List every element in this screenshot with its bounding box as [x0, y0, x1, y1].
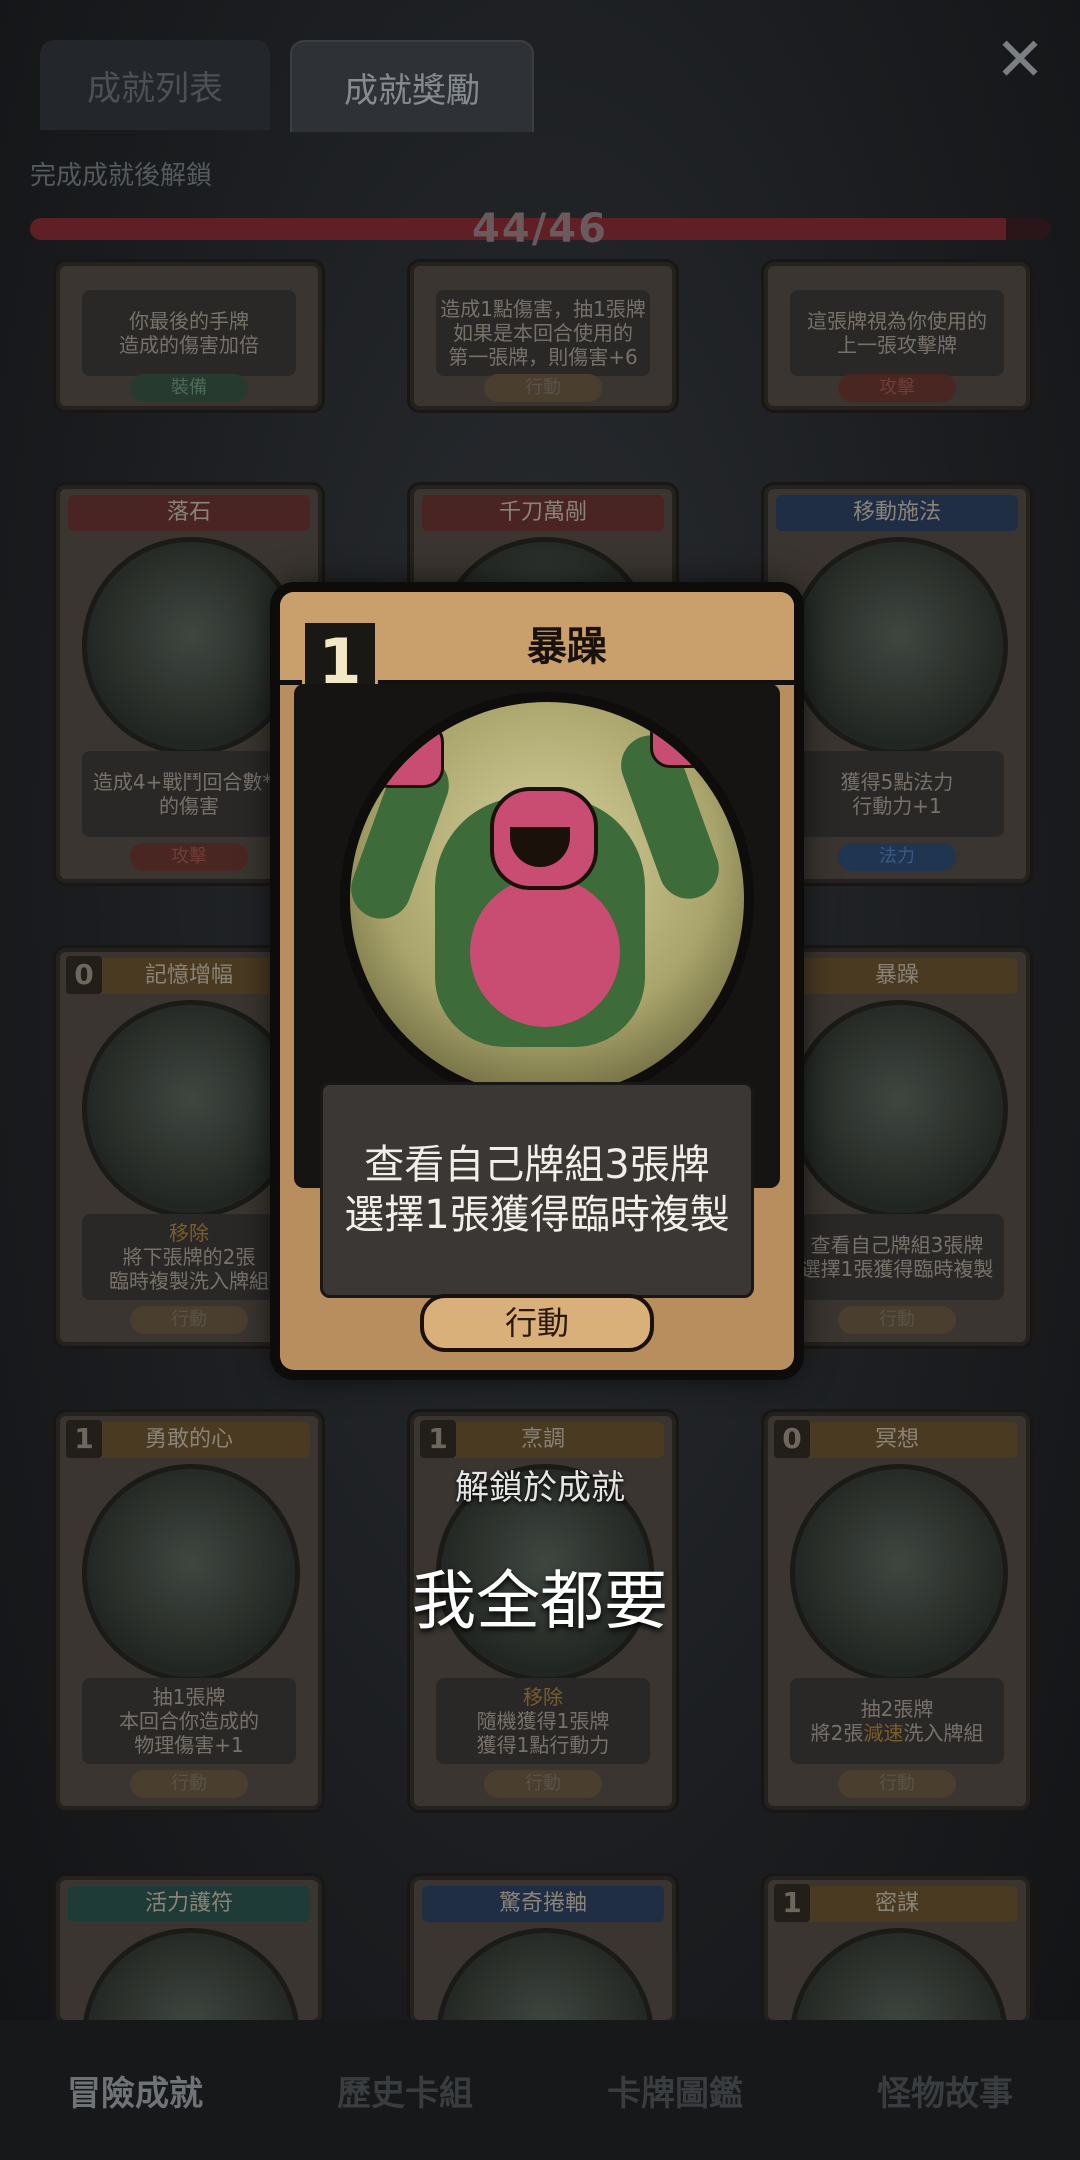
ape-chest	[470, 877, 620, 1027]
card-name: 活力護符	[68, 1886, 310, 1922]
card-name: 記憶增幅	[68, 958, 310, 994]
ape-fist-right	[650, 702, 726, 768]
card-type: 法力	[838, 843, 956, 871]
card-name: 移動施法	[776, 495, 1018, 531]
card-desc: 抽2張牌 將2張減速洗入牌組	[790, 1678, 1004, 1764]
nav-history-decks[interactable]: 歷史卡組	[270, 2066, 540, 2115]
card-type: 攻擊	[838, 374, 956, 402]
card-type: 攻擊	[130, 843, 248, 871]
card[interactable]: 你最後的手牌 造成的傷害加倍 裝備	[56, 262, 322, 410]
card-art	[82, 1928, 300, 2020]
card-cost: 1	[774, 1884, 810, 1922]
card-type: 行動	[484, 1770, 602, 1798]
card-art	[82, 1464, 300, 1682]
featured-card-desc-line2: 選擇1張獲得臨時複製	[344, 1192, 730, 1238]
featured-card-desc: 查看自己牌組3張牌 選擇1張獲得臨時複製	[320, 1082, 754, 1298]
card-type: 行動	[484, 374, 602, 402]
card-rage-small[interactable]: 暴躁 查看自己牌組3張牌 選擇1張獲得臨時複製 行動	[764, 948, 1030, 1346]
card-art	[790, 1928, 1008, 2020]
card-braveheart[interactable]: 勇敢的心 1 抽1張牌 本回合你造成的 物理傷害+1 行動	[56, 1412, 322, 1810]
card[interactable]: 這張牌視為你使用的 上一張攻擊牌 攻擊	[764, 262, 1030, 410]
card-type: 裝備	[130, 374, 248, 402]
bottom-nav: 冒險成就 歷史卡組 卡牌圖鑑 怪物故事	[0, 2020, 1080, 2160]
card[interactable]: 造成1點傷害，抽1張牌 如果是本回合使用的 第一張牌，則傷害+6 行動	[410, 262, 676, 410]
card-name: 千刀萬剮	[422, 495, 664, 531]
featured-card[interactable]: 1 暴躁 查看自己牌組3張牌 選擇1張獲得臨時複製 行動	[280, 592, 794, 1370]
card-desc: 造成1點傷害，抽1張牌 如果是本回合使用的 第一張牌，則傷害+6	[436, 290, 650, 376]
unlock-achievement-name: 我全都要	[412, 1565, 668, 1639]
nav-monster-stories[interactable]: 怪物故事	[810, 2066, 1080, 2115]
card-name: 密謀	[776, 1886, 1018, 1922]
card-vitality-charm[interactable]: 活力護符	[56, 1876, 322, 2024]
close-icon[interactable]: ✕	[990, 30, 1050, 90]
card-desc: 造成4+戰鬥回合數*1 的傷害	[82, 751, 296, 837]
card-art	[82, 537, 300, 755]
card-desc: 獲得5點法力 行動力+1	[790, 751, 1004, 837]
card-desc: 這張牌視為你使用的 上一張攻擊牌	[790, 290, 1004, 376]
card-cost: 0	[774, 1420, 810, 1458]
card-name: 驚奇捲軸	[422, 1886, 664, 1922]
featured-card-type: 行動	[420, 1294, 654, 1352]
unlock-subtitle: 完成成就後解鎖	[30, 161, 213, 191]
card-desc: 查看自己牌組3張牌 選擇1張獲得臨時複製	[790, 1214, 1004, 1300]
card-desc: 你最後的手牌 造成的傷害加倍	[82, 290, 296, 376]
featured-card-art	[340, 692, 754, 1106]
card-art	[790, 1000, 1008, 1218]
card-type: 行動	[130, 1306, 248, 1334]
unlock-label: 解鎖於成就	[455, 1468, 625, 1508]
card-wonder-scroll[interactable]: 驚奇捲軸	[410, 1876, 676, 2024]
card-conspiracy[interactable]: 密謀 1	[764, 1876, 1030, 2024]
ape-fist-left	[368, 722, 444, 788]
card-desc: 移除 隨機獲得1張牌 獲得1點行動力	[436, 1678, 650, 1764]
card-desc: 抽1張牌 本回合你造成的 物理傷害+1	[82, 1678, 296, 1764]
card-desc: 移除 將下張牌的2張 臨時複製洗入牌組	[82, 1214, 296, 1300]
card-name: 冥想	[776, 1422, 1018, 1458]
card-cost: 1	[66, 1420, 102, 1458]
card-type: 行動	[130, 1770, 248, 1798]
card-meditation[interactable]: 冥想 0 抽2張牌 將2張減速洗入牌組 行動	[764, 1412, 1030, 1810]
card-cost: 1	[420, 1420, 456, 1458]
card-name: 落石	[68, 495, 310, 531]
card-cost: 0	[66, 956, 102, 994]
featured-card-desc-line1: 查看自己牌組3張牌	[364, 1142, 710, 1188]
card-type: 行動	[838, 1770, 956, 1798]
tab-achievement-list[interactable]: 成就列表	[40, 40, 270, 130]
featured-card-name: 暴躁	[527, 624, 607, 670]
card-art	[82, 1000, 300, 1218]
card-art	[790, 1464, 1008, 1682]
progress-text: 44/46	[472, 206, 608, 252]
nav-card-gallery[interactable]: 卡牌圖鑑	[540, 2066, 810, 2115]
card-name: 暴躁	[776, 958, 1018, 994]
card-mobile-casting[interactable]: 移動施法 獲得5點法力 行動力+1 法力	[764, 485, 1030, 883]
card-name: 勇敢的心	[68, 1422, 310, 1458]
card-type: 行動	[838, 1306, 956, 1334]
card-art	[790, 537, 1008, 755]
nav-adventure-achievements[interactable]: 冒險成就	[0, 2066, 270, 2115]
card-art	[436, 1928, 654, 2020]
card-name: 烹調	[422, 1422, 664, 1458]
tab-achievement-reward[interactable]: 成就獎勵	[290, 40, 534, 132]
